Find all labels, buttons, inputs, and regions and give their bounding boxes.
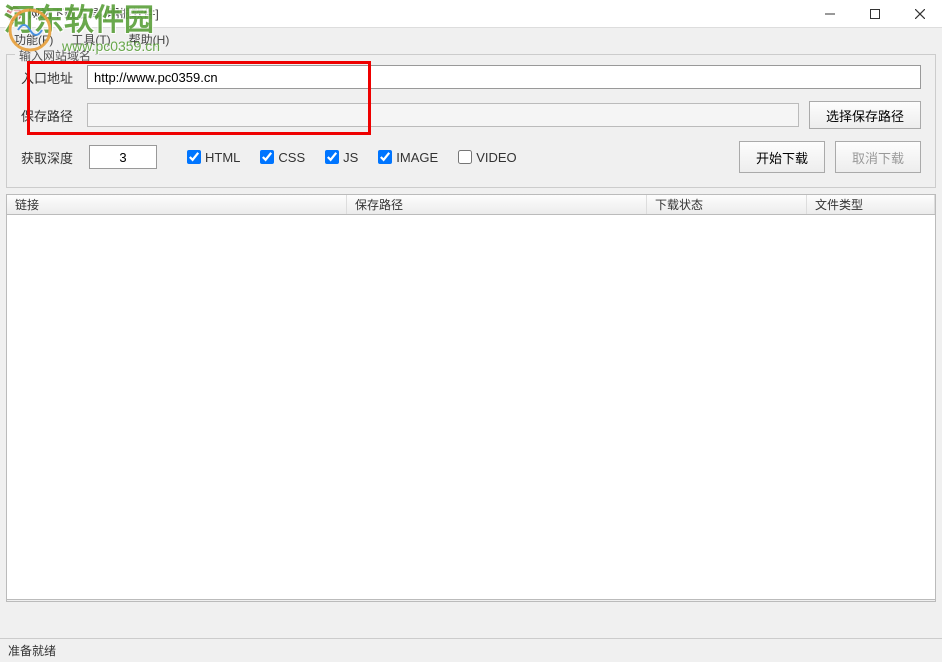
close-button[interactable] <box>897 0 942 28</box>
table-header-row: 链接 保存路径 下载状态 文件类型 <box>7 195 935 215</box>
checkbox-video-input[interactable] <box>458 150 472 164</box>
minimize-button[interactable] <box>807 0 852 28</box>
table-body[interactable] <box>6 214 936 600</box>
options-left: 获取深度 HTML CSS JS IMAGE <box>21 145 517 169</box>
action-buttons: 开始下载 取消下载 <box>739 141 921 173</box>
maximize-icon <box>870 9 880 19</box>
app-icon <box>6 6 22 22</box>
entry-url-row: 入口地址 <box>21 65 921 89</box>
close-icon <box>915 9 925 19</box>
checkbox-css-label: CSS <box>278 150 305 165</box>
download-table: 链接 保存路径 下载状态 文件类型 <box>6 194 936 602</box>
table-header-savepath[interactable]: 保存路径 <box>347 195 647 214</box>
window-controls <box>807 0 942 28</box>
entry-url-label: 入口地址 <box>21 68 77 87</box>
start-download-button[interactable]: 开始下载 <box>739 141 825 173</box>
options-row: 获取深度 HTML CSS JS IMAGE <box>21 141 921 173</box>
checkbox-css[interactable]: CSS <box>260 150 305 165</box>
minimize-icon <box>825 9 835 19</box>
menubar: 功能(F) 工具(T) 帮助(H) <box>0 28 942 50</box>
cancel-download-button[interactable]: 取消下载 <box>835 141 921 173</box>
checkbox-image[interactable]: IMAGE <box>378 150 438 165</box>
checkbox-css-input[interactable] <box>260 150 274 164</box>
checkbox-html-input[interactable] <box>187 150 201 164</box>
checkbox-html[interactable]: HTML <box>187 150 240 165</box>
table-header-filetype[interactable]: 文件类型 <box>807 195 935 214</box>
table-header-status[interactable]: 下载状态 <box>647 195 807 214</box>
save-path-row: 保存路径 选择保存路径 <box>21 101 921 129</box>
browse-save-path-button[interactable]: 选择保存路径 <box>809 101 921 129</box>
checkbox-js-input[interactable] <box>325 150 339 164</box>
checkbox-video[interactable]: VIDEO <box>458 150 516 165</box>
window-title: 网站下载工具-[明振软件] <box>28 5 159 22</box>
checkbox-image-input[interactable] <box>378 150 392 164</box>
entry-url-input[interactable] <box>87 65 921 89</box>
checkbox-video-label: VIDEO <box>476 150 516 165</box>
input-fieldset: 输入网站域名 入口地址 保存路径 选择保存路径 获取深度 HTML CSS <box>6 54 936 188</box>
fieldset-legend: 输入网站域名 <box>15 47 95 64</box>
status-text: 准备就绪 <box>8 644 56 658</box>
save-path-input[interactable] <box>87 103 799 127</box>
checkbox-html-label: HTML <box>205 150 240 165</box>
titlebar: 网站下载工具-[明振软件] <box>0 0 942 28</box>
maximize-button[interactable] <box>852 0 897 28</box>
menu-help[interactable]: 帮助(H) <box>121 29 178 50</box>
checkbox-image-label: IMAGE <box>396 150 438 165</box>
statusbar: 准备就绪 <box>0 638 942 662</box>
depth-input[interactable] <box>89 145 157 169</box>
filetype-checkbox-group: HTML CSS JS IMAGE VIDEO <box>187 150 517 165</box>
save-path-label: 保存路径 <box>21 106 77 125</box>
checkbox-js-label: JS <box>343 150 358 165</box>
checkbox-js[interactable]: JS <box>325 150 358 165</box>
depth-label: 获取深度 <box>21 148 77 167</box>
table-header-link[interactable]: 链接 <box>7 195 347 214</box>
